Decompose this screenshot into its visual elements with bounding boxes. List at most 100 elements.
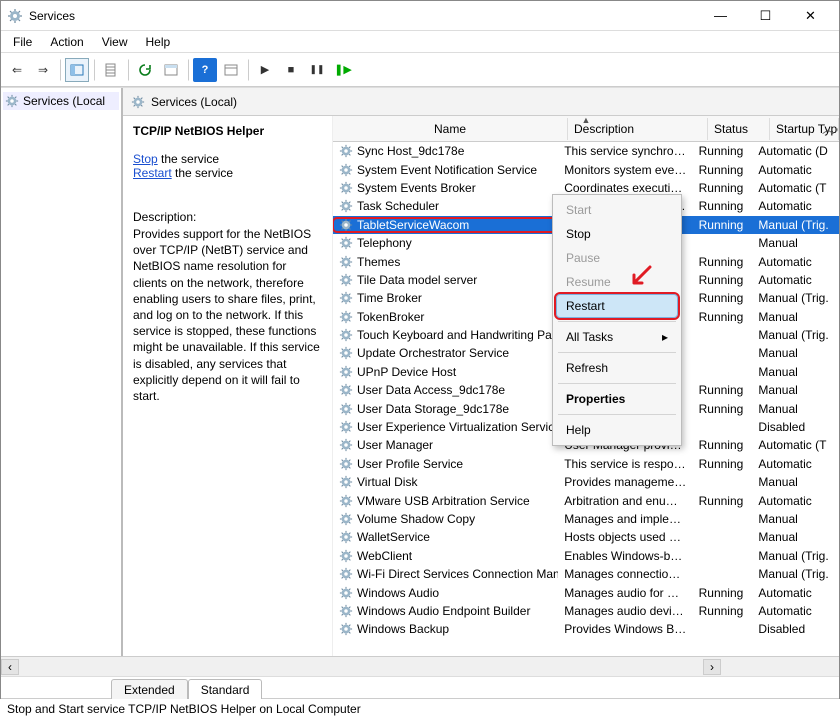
service-row[interactable]: Windows Audio Endpoint Builder Manages au… xyxy=(333,602,839,620)
pause-service-button[interactable]: ❚❚ xyxy=(305,58,329,82)
service-gear-icon xyxy=(339,144,353,158)
restart-service-button[interactable]: ❚▶ xyxy=(331,58,355,82)
service-startup-type: Manual xyxy=(752,383,839,397)
service-name: System Events Broker xyxy=(357,181,476,195)
service-row[interactable]: WebClientEnables Windows-bas…Manual (Tri… xyxy=(333,547,839,565)
service-name: Time Broker xyxy=(357,291,422,305)
service-startup-type: Automatic xyxy=(752,255,839,269)
scroll-up-button[interactable]: ︿ xyxy=(821,116,835,140)
service-name: Windows Audio Endpoint Builder xyxy=(357,604,530,618)
tab-extended[interactable]: Extended xyxy=(111,679,188,699)
service-row[interactable]: WalletServiceHosts objects used by …Manu… xyxy=(333,528,839,546)
service-startup-type: Manual (Trig. xyxy=(752,328,839,342)
ctx-separator xyxy=(558,352,676,353)
service-startup-type: Manual (Trig. xyxy=(752,567,839,581)
service-row[interactable]: Windows AudioManages audio for Wi…Runnin… xyxy=(333,583,839,601)
column-header-status[interactable]: Status xyxy=(708,118,770,140)
minimize-button[interactable]: — xyxy=(698,2,743,30)
service-gear-icon xyxy=(339,512,353,526)
export-list-button[interactable] xyxy=(99,58,123,82)
service-row[interactable]: Wi-Fi Direct Services Connection Man…Man… xyxy=(333,565,839,583)
refresh-button[interactable] xyxy=(133,58,157,82)
stop-service-button[interactable]: ■ xyxy=(279,58,303,82)
ctx-refresh[interactable]: Refresh xyxy=(556,356,678,380)
service-row[interactable]: Sync Host_9dc178eThis service synchroni…… xyxy=(333,142,839,160)
service-name: Windows Backup xyxy=(357,622,449,636)
service-row[interactable]: Windows BackupProvides Windows Bac…Disab… xyxy=(333,620,839,638)
service-startup-type: Automatic xyxy=(752,586,839,600)
menu-file[interactable]: File xyxy=(5,33,40,51)
horizontal-scrollbar[interactable]: ‹ › xyxy=(1,656,839,676)
menu-action[interactable]: Action xyxy=(42,33,91,51)
service-name: User Profile Service xyxy=(357,457,463,471)
service-gear-icon xyxy=(339,346,353,360)
service-row[interactable]: System Event Notification ServiceMonitor… xyxy=(333,160,839,178)
ctx-all-tasks[interactable]: All Tasks ▸ xyxy=(556,325,678,349)
scroll-right-button[interactable]: › xyxy=(703,659,721,675)
services-app-icon xyxy=(7,8,23,24)
properties-button[interactable] xyxy=(159,58,183,82)
ctx-help[interactable]: Help xyxy=(556,418,678,442)
ctx-stop[interactable]: Stop xyxy=(556,222,678,246)
column-header-name[interactable]: Name ▲ xyxy=(333,118,568,140)
tree-node-services-local[interactable]: Services (Local xyxy=(3,92,119,110)
service-row[interactable]: VMware USB Arbitration ServiceArbitratio… xyxy=(333,491,839,509)
toolbar-separator xyxy=(187,59,189,81)
service-status: Running xyxy=(693,291,753,305)
ctx-start: Start xyxy=(556,198,678,222)
service-name: Tile Data model server xyxy=(357,273,477,287)
service-description: This service is responsi… xyxy=(558,457,692,471)
show-hide-tree-button[interactable] xyxy=(65,58,89,82)
service-startup-type: Automatic (T xyxy=(752,181,839,195)
ctx-properties[interactable]: Properties xyxy=(556,387,678,411)
service-status: Running xyxy=(693,144,753,158)
stop-service-line: Stop the service xyxy=(133,152,322,166)
service-name: User Experience Virtualization Service xyxy=(357,420,558,434)
maximize-button[interactable]: ☐ xyxy=(743,2,788,30)
service-name: Touch Keyboard and Handwriting Pan xyxy=(357,328,558,342)
service-gear-icon xyxy=(339,549,353,563)
close-button[interactable]: ✕ xyxy=(788,2,833,30)
menu-help[interactable]: Help xyxy=(138,33,179,51)
service-status: Running xyxy=(693,255,753,269)
service-row[interactable]: Virtual DiskProvides management…Manual xyxy=(333,473,839,491)
nav-forward-button[interactable]: ⇒ xyxy=(31,58,55,82)
service-startup-type: Manual xyxy=(752,475,839,489)
service-row[interactable]: Volume Shadow CopyManages and implem…Man… xyxy=(333,510,839,528)
service-gear-icon xyxy=(339,218,353,232)
toolbar-separator xyxy=(93,59,95,81)
restart-service-link[interactable]: Restart xyxy=(133,166,172,180)
description-body: Provides support for the NetBIOS over TC… xyxy=(133,226,322,404)
scroll-left-button[interactable]: ‹ xyxy=(1,659,19,675)
service-name: Sync Host_9dc178e xyxy=(357,144,464,158)
service-description: Manages audio device… xyxy=(558,604,692,618)
service-gear-icon xyxy=(339,530,353,544)
service-status: Running xyxy=(693,310,753,324)
column-header-row: Name ▲ Description Status Startup Type ︿ xyxy=(333,116,839,142)
service-startup-type: Automatic xyxy=(752,494,839,508)
service-startup-type: Automatic (T xyxy=(752,438,839,452)
scroll-track[interactable] xyxy=(19,659,703,675)
service-startup-type: Manual xyxy=(752,236,839,250)
service-name: User Data Storage_9dc178e xyxy=(357,402,509,416)
menu-view[interactable]: View xyxy=(94,33,136,51)
nav-back-button[interactable]: ⇐ xyxy=(5,58,29,82)
service-startup-type: Manual xyxy=(752,512,839,526)
ctx-restart[interactable]: Restart xyxy=(556,294,678,318)
service-description: Manages connections … xyxy=(558,567,692,581)
help-button[interactable]: ? xyxy=(193,58,217,82)
tab-standard[interactable]: Standard xyxy=(188,679,263,699)
statusbar-text: Stop and Start service TCP/IP NetBIOS He… xyxy=(7,702,361,716)
toolbar-separator xyxy=(59,59,61,81)
service-startup-type: Manual (Trig. xyxy=(752,218,839,232)
service-description: Hosts objects used by … xyxy=(558,530,692,544)
stop-service-link[interactable]: Stop xyxy=(133,152,158,166)
service-startup-type: Manual xyxy=(752,346,839,360)
service-gear-icon xyxy=(339,494,353,508)
service-gear-icon xyxy=(339,475,353,489)
properties-sheet-button[interactable] xyxy=(219,58,243,82)
toolbar-separator xyxy=(247,59,249,81)
service-startup-type: Manual xyxy=(752,365,839,379)
start-service-button[interactable]: ▶ xyxy=(253,58,277,82)
service-row[interactable]: User Profile Service This service is resp… xyxy=(333,455,839,473)
